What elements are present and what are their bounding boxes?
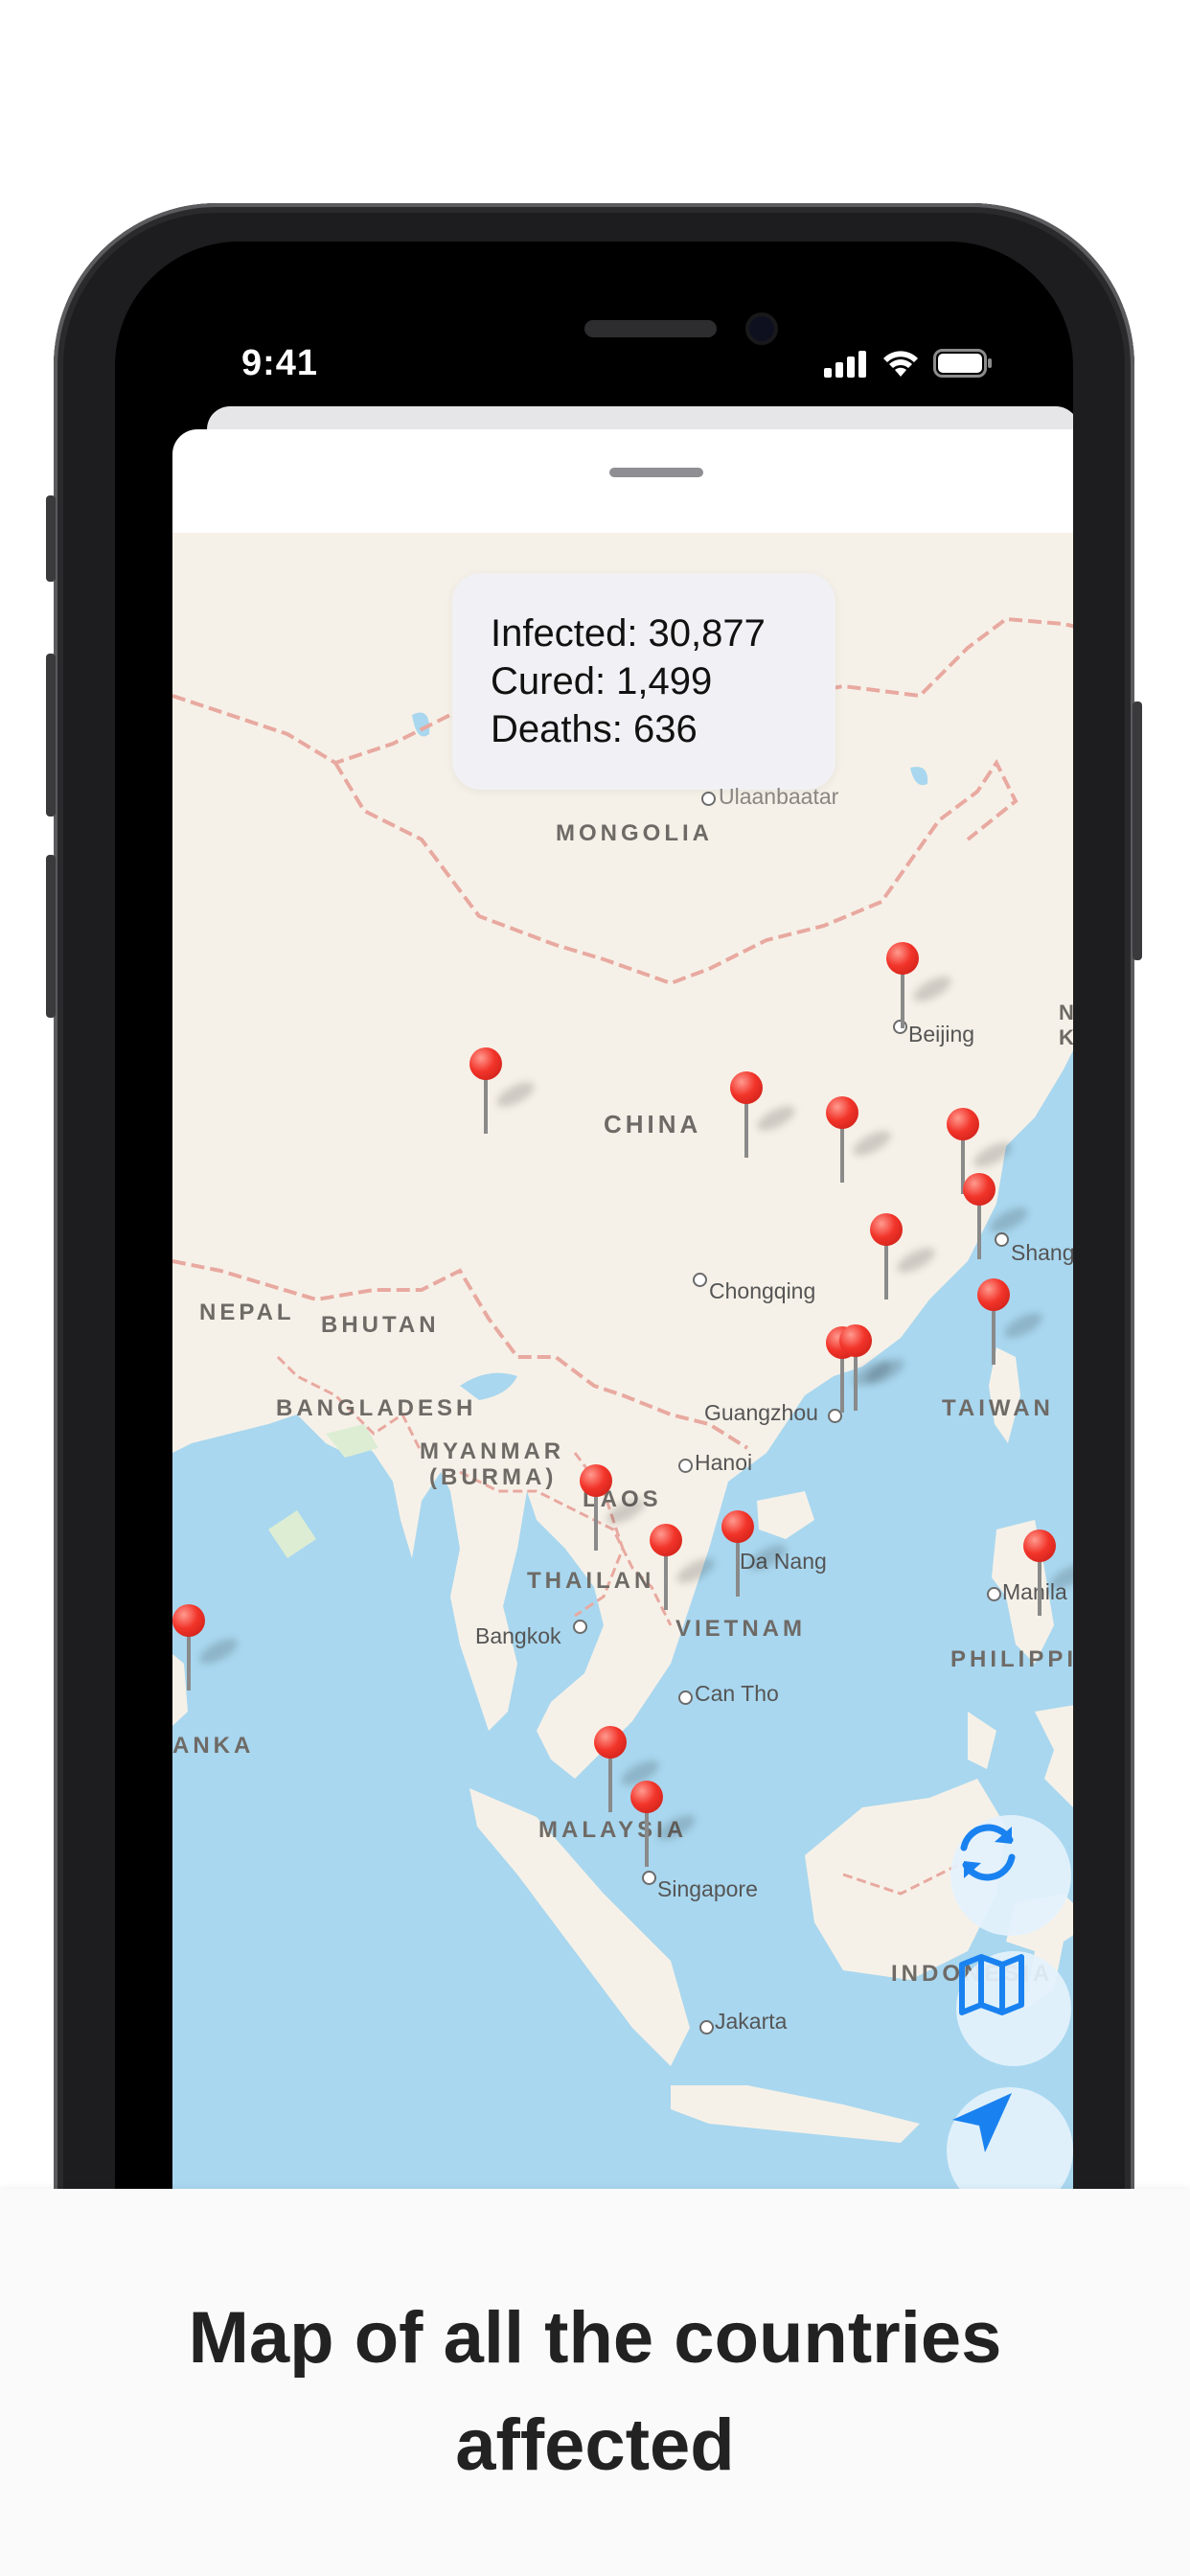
city-dot bbox=[699, 2020, 714, 2035]
city-dot bbox=[701, 792, 716, 806]
city-dot bbox=[678, 1690, 693, 1705]
refresh-icon bbox=[960, 1824, 1016, 1881]
map-pin[interactable] bbox=[650, 1524, 719, 1616]
speaker-grill bbox=[584, 320, 717, 337]
map-land bbox=[172, 533, 1073, 2143]
city-dot bbox=[642, 1871, 656, 1885]
battery-icon bbox=[933, 349, 992, 378]
map-pin[interactable] bbox=[594, 1726, 663, 1818]
map-pin[interactable] bbox=[977, 1278, 1046, 1370]
city-dot bbox=[573, 1620, 587, 1634]
country-label-north-korea-1: NORT bbox=[1059, 1000, 1073, 1024]
deaths-count: Deaths: 636 bbox=[491, 708, 698, 750]
city-label-jakarta: Jakarta bbox=[715, 2009, 788, 2034]
city-label-chongqing: Chongqing bbox=[709, 1278, 816, 1303]
country-label-mongolia: MONGOLIA bbox=[556, 820, 713, 846]
country-label-sri-lanka: ANKA bbox=[172, 1733, 255, 1759]
map-pin[interactable] bbox=[963, 1173, 1032, 1265]
country-label-nepal: NEPAL bbox=[199, 1300, 295, 1325]
country-label-taiwan: TAIWAN bbox=[942, 1395, 1054, 1421]
map-icon bbox=[959, 1954, 1024, 2015]
map-view[interactable]: Infected: 30,877 Cured: 1,499 Deaths: 63… bbox=[172, 533, 1073, 2382]
volume-down-button bbox=[46, 855, 56, 1018]
city-dot bbox=[693, 1273, 707, 1287]
map-pin[interactable] bbox=[730, 1071, 799, 1163]
status-icons bbox=[824, 349, 993, 378]
city-label-can-tho: Can Tho bbox=[695, 1681, 779, 1706]
country-label-philippines: PHILIPPINES bbox=[950, 1646, 1073, 1672]
map-pin[interactable] bbox=[580, 1464, 649, 1556]
front-camera bbox=[749, 316, 774, 341]
stats-overlay: Infected: 30,877 Cured: 1,499 Deaths: 63… bbox=[452, 573, 835, 790]
country-label-bhutan: BHUTAN bbox=[321, 1312, 440, 1338]
country-label-china: CHINA bbox=[604, 1110, 702, 1138]
volume-up-button bbox=[46, 654, 56, 816]
mute-switch bbox=[46, 495, 56, 582]
map-pin[interactable] bbox=[721, 1510, 790, 1602]
map-pin[interactable] bbox=[870, 1213, 939, 1305]
city-label-shanghai: Shanghai bbox=[1011, 1240, 1073, 1265]
sheet-grabber[interactable] bbox=[609, 468, 703, 477]
country-label-thailand: THAILAN bbox=[527, 1568, 655, 1594]
location-arrow-icon bbox=[952, 2093, 1012, 2152]
wifi-icon bbox=[883, 351, 918, 377]
city-label-guangzhou: Guangzhou bbox=[704, 1400, 818, 1425]
map-pin[interactable] bbox=[1023, 1530, 1073, 1622]
caption-area: Map of all the countries affected bbox=[0, 2189, 1190, 2576]
city-label-singapore: Singapore bbox=[657, 1876, 758, 1901]
status-time: 9:41 bbox=[241, 343, 319, 383]
phone-frame: 9:41 Infected: 30,877 Cured: 1,499 Death… bbox=[46, 203, 1142, 2542]
country-label-vietnam: VIETNAM bbox=[675, 1616, 806, 1642]
country-label-bangladesh: BANGLADESH bbox=[276, 1395, 477, 1421]
map-style-button[interactable] bbox=[956, 1951, 1071, 2066]
map-pin[interactable] bbox=[839, 1324, 908, 1416]
city-label-hanoi: Hanoi bbox=[695, 1450, 753, 1475]
caption-title: Map of all the countries affected bbox=[0, 2285, 1190, 2499]
country-label-burma: (BURMA) bbox=[429, 1464, 558, 1490]
refresh-button[interactable] bbox=[950, 1815, 1071, 1936]
caption-line-1: Map of all the countries bbox=[188, 2297, 1002, 2379]
caption-line-2: affected bbox=[455, 2404, 735, 2486]
map-pin[interactable] bbox=[172, 1604, 241, 1696]
map-pin[interactable] bbox=[630, 1781, 699, 1873]
signal-icon bbox=[824, 351, 866, 378]
city-label-bangkok: Bangkok bbox=[475, 1623, 561, 1648]
cured-count: Cured: 1,499 bbox=[491, 660, 713, 702]
map-pin[interactable] bbox=[826, 1096, 895, 1188]
city-label-ulaanbaatar: Ulaanbaatar bbox=[719, 784, 839, 809]
city-dot bbox=[987, 1587, 1001, 1601]
city-dot bbox=[678, 1459, 693, 1473]
infected-count: Infected: 30,877 bbox=[491, 612, 766, 655]
country-label-north-korea-2: KORE bbox=[1059, 1025, 1073, 1049]
power-button bbox=[1133, 702, 1142, 960]
map-pin[interactable] bbox=[886, 942, 955, 1034]
country-label-myanmar: MYANMAR bbox=[420, 1438, 565, 1464]
map-pin[interactable] bbox=[469, 1047, 538, 1139]
